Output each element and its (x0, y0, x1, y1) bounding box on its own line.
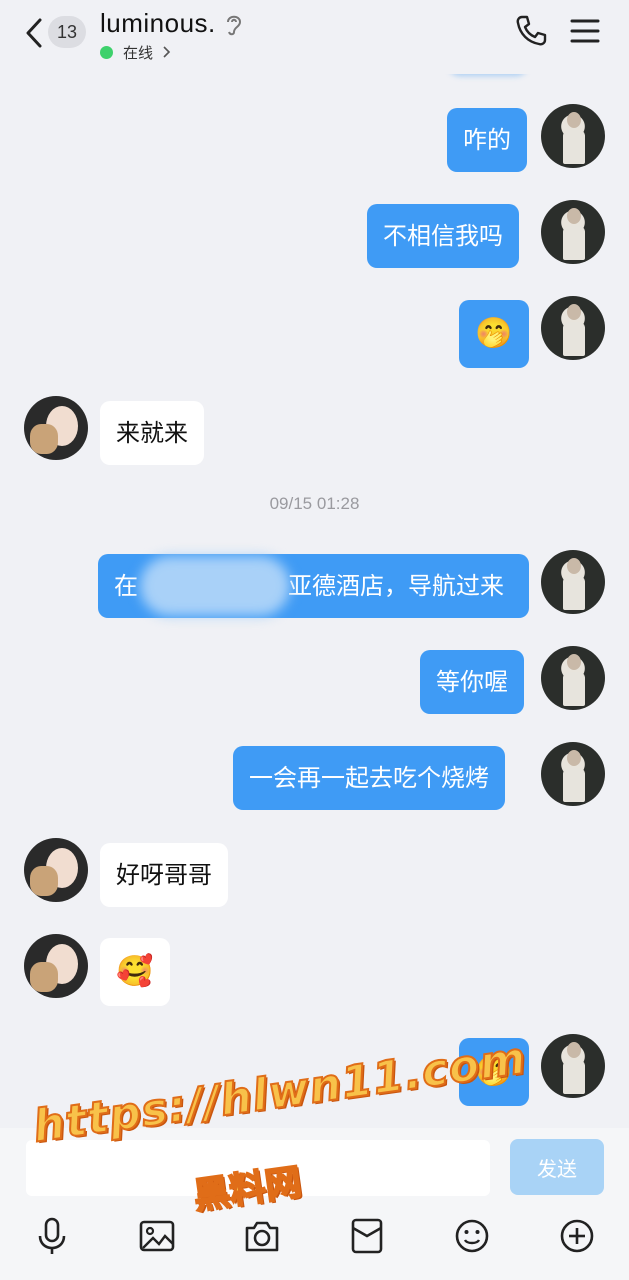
message-text-head: 在 (114, 572, 138, 600)
camera-icon[interactable] (244, 1216, 280, 1256)
my-avatar[interactable] (541, 550, 605, 614)
back-icon[interactable] (22, 16, 48, 50)
online-dot-icon (100, 45, 113, 59)
status-label: 在线 (123, 43, 154, 62)
send-button[interactable]: 发送 (510, 1139, 604, 1195)
message-bubble-incoming[interactable]: 好呀哥哥 (100, 843, 228, 907)
contact-avatar[interactable] (24, 934, 88, 998)
my-avatar[interactable] (541, 200, 605, 264)
my-avatar[interactable] (541, 646, 605, 710)
unread-badge[interactable]: 13 (48, 16, 86, 48)
composer-toolbar (0, 1208, 629, 1280)
message-bubble-outgoing-emoji[interactable]: 🤭 (459, 300, 529, 368)
message-timestamp: 09/15 01:28 (269, 494, 360, 513)
phone-icon[interactable] (514, 14, 548, 48)
my-avatar[interactable] (541, 296, 605, 360)
contact-avatar[interactable] (24, 396, 88, 460)
message-bubble-outgoing[interactable]: 咋的 (447, 108, 527, 172)
contact-name[interactable]: luminous. (100, 8, 216, 39)
message-bubble-outgoing[interactable]: 等你喔 (420, 650, 524, 714)
ear-icon (227, 15, 242, 36)
microphone-icon[interactable] (34, 1216, 70, 1256)
blurred-region (140, 556, 290, 616)
message-bubble-incoming-emoji[interactable]: 🥰 (100, 938, 170, 1006)
chat-header: 13 luminous. 在线 (0, 0, 629, 74)
red-packet-icon[interactable] (349, 1216, 385, 1256)
contact-avatar[interactable] (24, 838, 88, 902)
emoji-icon[interactable] (454, 1216, 490, 1256)
online-status[interactable]: 在线 (100, 42, 171, 62)
my-avatar[interactable] (541, 104, 605, 168)
message-text-tail: 亚德酒店，导航过来 (288, 572, 504, 600)
message-bubble-outgoing[interactable]: 不相信我吗 (367, 204, 519, 268)
message-bubble-outgoing[interactable]: 一会再一起去吃个烧烤 (233, 746, 505, 810)
chevron-right-icon (163, 46, 171, 58)
plus-icon[interactable] (559, 1216, 595, 1256)
menu-icon[interactable] (570, 18, 600, 44)
my-avatar[interactable] (541, 742, 605, 806)
message-bubble-incoming[interactable]: 来就来 (100, 401, 204, 465)
my-avatar[interactable] (541, 1034, 605, 1098)
image-icon[interactable] (139, 1216, 175, 1256)
